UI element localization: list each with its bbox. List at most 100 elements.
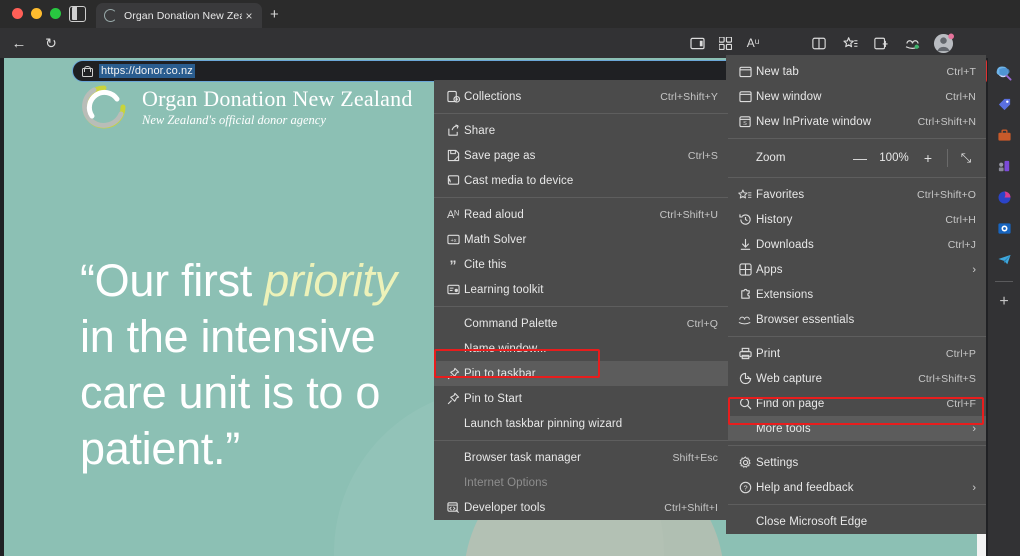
menu-item-learning-toolkit[interactable]: Learning toolkit bbox=[434, 277, 728, 302]
menu-label: Cast media to device bbox=[464, 175, 718, 187]
menu-item-pin-to-start[interactable]: Pin to Start bbox=[434, 386, 728, 411]
menu-label: Close Microsoft Edge bbox=[756, 516, 976, 528]
quote-line-4: patient.” bbox=[80, 421, 397, 477]
menu-label: Favorites bbox=[756, 189, 917, 201]
menu-item-settings[interactable]: Settings bbox=[726, 450, 986, 475]
apps-grid-icon[interactable] bbox=[714, 32, 736, 54]
menu-divider bbox=[726, 177, 986, 178]
menu-item-new-tab[interactable]: New tab Ctrl+T bbox=[726, 59, 986, 84]
menu-item-launch-taskbar-pinning-wizard[interactable]: Launch taskbar pinning wizard bbox=[434, 411, 728, 436]
copilot-icon[interactable] bbox=[993, 61, 1013, 81]
menu-item-zoom[interactable]: Zoom — 100% + ⤡ bbox=[726, 143, 986, 173]
menu-item-share[interactable]: Share bbox=[434, 118, 728, 143]
menu-accel: Ctrl+Shift+I bbox=[664, 502, 718, 514]
zoom-in-button[interactable]: + bbox=[915, 150, 941, 166]
tab-list-icon[interactable] bbox=[69, 6, 86, 22]
menu-item-find-on-page[interactable]: Find on page Ctrl+F bbox=[726, 391, 986, 416]
sidebar-telegram-icon[interactable] bbox=[988, 244, 1020, 275]
menu-divider bbox=[726, 445, 986, 446]
sidebar-add-icon[interactable]: + bbox=[988, 286, 1020, 317]
menu-item-developer-tools[interactable]: Developer tools Ctrl+Shift+I bbox=[434, 495, 728, 520]
menu-item-cast-media-to-device[interactable]: Cast media to device bbox=[434, 168, 728, 193]
menu-item-downloads[interactable]: Downloads Ctrl+J bbox=[726, 232, 986, 257]
edge-sidebar: + bbox=[988, 58, 1020, 556]
menu-item-cite-this[interactable]: ” Cite this bbox=[434, 252, 728, 277]
menu-item-browser-essentials[interactable]: Browser essentials bbox=[726, 307, 986, 332]
read-aloud-icon: Aᴺ bbox=[442, 209, 464, 221]
menu-item-help-and-feedback[interactable]: ? Help and feedback › bbox=[726, 475, 986, 500]
split-panel-icon[interactable] bbox=[808, 32, 830, 54]
close-window-button[interactable] bbox=[12, 8, 23, 19]
menu-label: Browser task manager bbox=[464, 452, 672, 464]
menu-accel: Shift+Esc bbox=[672, 452, 718, 464]
menu-item-save-page-as[interactable]: Save page as Ctrl+S bbox=[434, 143, 728, 168]
menu-label: Pin to taskbar bbox=[464, 368, 718, 380]
new-tab-icon[interactable]: + bbox=[270, 8, 279, 22]
menu-divider bbox=[434, 197, 728, 198]
maximize-window-button[interactable] bbox=[50, 8, 61, 19]
browser-essentials-icon[interactable] bbox=[901, 32, 923, 54]
learning-toolkit-icon bbox=[442, 283, 464, 296]
menu-item-more-tools[interactable]: More tools › bbox=[726, 416, 986, 441]
menu-item-pin-to-taskbar[interactable]: Pin to taskbar bbox=[434, 361, 728, 386]
menu-item-web-capture[interactable]: Web capture Ctrl+Shift+S bbox=[726, 366, 986, 391]
title-bar: Organ Donation New Zealand | × + bbox=[0, 0, 1020, 28]
developer-tools-icon bbox=[442, 501, 464, 514]
menu-accel: Ctrl+S bbox=[688, 150, 718, 162]
split-screen-icon[interactable] bbox=[686, 32, 708, 54]
close-tab-icon[interactable]: × bbox=[242, 9, 256, 23]
browser-tab[interactable]: Organ Donation New Zealand | × bbox=[96, 3, 262, 28]
sidebar-outlook-icon[interactable] bbox=[988, 213, 1020, 244]
menu-item-apps[interactable]: Apps › bbox=[726, 257, 986, 282]
sidebar-shopping-tag-icon[interactable] bbox=[988, 89, 1020, 120]
menu-item-new-inprivate-window[interactable]: S New InPrivate window Ctrl+Shift+N bbox=[726, 109, 986, 134]
menu-accel: Ctrl+Shift+S bbox=[918, 373, 976, 385]
traffic-lights bbox=[12, 8, 61, 19]
read-aloud-icon[interactable]: Aᵘ bbox=[742, 32, 764, 54]
menu-item-command-palette[interactable]: Command Palette Ctrl+Q bbox=[434, 311, 728, 336]
menu-item-favorites[interactable]: Favorites Ctrl+Shift+O bbox=[726, 182, 986, 207]
chevron-right-icon: › bbox=[972, 423, 976, 435]
share-icon bbox=[442, 124, 464, 137]
sidebar-games-icon[interactable] bbox=[988, 151, 1020, 182]
address-bar-url[interactable]: https://donor.co.nz bbox=[99, 64, 195, 78]
collections-icon[interactable] bbox=[870, 32, 892, 54]
menu-item-extensions[interactable]: Extensions bbox=[726, 282, 986, 307]
menu-label: Developer tools bbox=[464, 502, 664, 514]
menu-item-print[interactable]: Print Ctrl+P bbox=[726, 341, 986, 366]
menu-item-new-window[interactable]: New window Ctrl+N bbox=[726, 84, 986, 109]
minimize-window-button[interactable] bbox=[31, 8, 42, 19]
browser-essentials-icon bbox=[734, 314, 756, 326]
menu-label: Launch taskbar pinning wizard bbox=[464, 418, 718, 430]
sidebar-tools-briefcase-icon[interactable] bbox=[988, 120, 1020, 151]
menu-accel: Ctrl+P bbox=[946, 348, 976, 360]
menu-item-history[interactable]: History Ctrl+H bbox=[726, 207, 986, 232]
zoom-out-button[interactable]: — bbox=[847, 150, 873, 166]
menu-item-close-microsoft-edge[interactable]: Close Microsoft Edge bbox=[726, 509, 986, 534]
address-bar[interactable]: https://donor.co.nz bbox=[72, 60, 782, 82]
site-logo[interactable]: Organ Donation New Zealand New Zealand's… bbox=[80, 83, 413, 131]
menu-item-browser-task-manager[interactable]: Browser task manager Shift+Esc bbox=[434, 445, 728, 470]
menu-accel: Ctrl+Q bbox=[687, 318, 718, 330]
back-icon[interactable]: ← bbox=[8, 32, 30, 54]
zoom-divider bbox=[947, 149, 948, 167]
svg-text:+x: +x bbox=[450, 238, 456, 244]
profile-avatar[interactable] bbox=[931, 31, 955, 55]
menu-accel: Ctrl+Shift+U bbox=[660, 209, 718, 221]
menu-item-read-aloud[interactable]: Aᴺ Read aloud Ctrl+Shift+U bbox=[434, 202, 728, 227]
menu-label: History bbox=[756, 214, 945, 226]
math-solver-icon: +x bbox=[442, 233, 464, 246]
downloads-icon bbox=[734, 238, 756, 251]
zoom-value: 100% bbox=[873, 152, 915, 164]
menu-item-name-window[interactable]: Name window... bbox=[434, 336, 728, 361]
site-favicon-icon bbox=[104, 9, 117, 22]
chevron-right-icon: › bbox=[972, 264, 976, 276]
menu-item-math-solver[interactable]: +x Math Solver bbox=[434, 227, 728, 252]
fullscreen-button[interactable]: ⤡ bbox=[954, 150, 978, 166]
sidebar-microsoft-365-icon[interactable] bbox=[988, 182, 1020, 213]
menu-label: Save page as bbox=[464, 150, 688, 162]
menu-label: Downloads bbox=[756, 239, 948, 251]
menu-item-collections[interactable]: Collections Ctrl+Shift+Y bbox=[434, 84, 728, 109]
favorites-icon[interactable] bbox=[839, 32, 861, 54]
reload-icon[interactable]: ↻ bbox=[40, 32, 62, 54]
